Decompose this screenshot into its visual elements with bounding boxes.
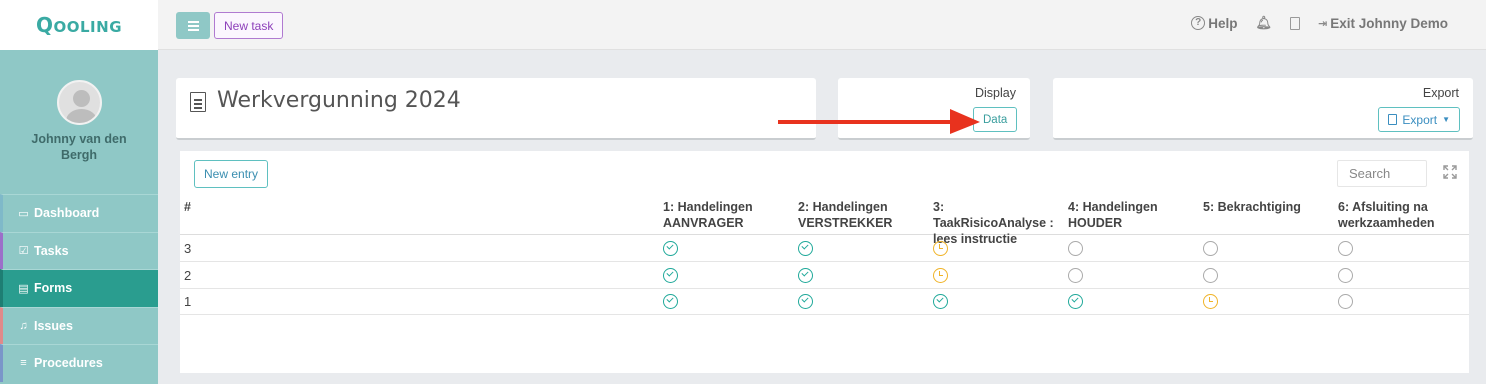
expand-icon[interactable]	[1443, 165, 1457, 179]
check-circle-icon[interactable]	[663, 241, 678, 256]
clock-icon[interactable]	[1203, 294, 1218, 309]
book-icon[interactable]	[1290, 16, 1300, 30]
logo-box[interactable]: QOOLING	[0, 0, 158, 50]
page-title: Werkvergunning 2024	[217, 88, 461, 113]
new-entry-button[interactable]: New entry	[194, 160, 269, 188]
sidebar-item-tasks[interactable]: ☑ Tasks	[0, 231, 158, 269]
document-icon: ▤	[18, 282, 29, 295]
empty-circle-icon[interactable]	[1203, 268, 1218, 283]
entries-table-card: New entry Search # 1: Handelingen AANVRA…	[180, 151, 1469, 373]
row-number: 3	[184, 241, 192, 256]
avatar[interactable]	[56, 80, 102, 125]
sidebar-item-label: Dashboard	[34, 206, 100, 221]
sidebar-item-label: Tasks	[34, 243, 69, 258]
empty-circle-icon[interactable]	[1338, 268, 1353, 283]
check-circle-icon[interactable]	[1068, 294, 1083, 309]
sign-out-icon: ⇥	[1318, 17, 1328, 30]
monitor-icon: ▭	[18, 207, 29, 220]
hamburger-icon	[187, 24, 199, 27]
document-icon	[190, 92, 206, 112]
sidebar: QOOLING Johnny van den Bergh ▭ Dashboard…	[0, 0, 158, 384]
column-header-1[interactable]: 1: Handelingen AANVRAGER	[663, 199, 773, 231]
empty-circle-icon[interactable]	[1338, 294, 1353, 309]
page-edge	[1486, 0, 1492, 384]
top-bar: New task ? Help 🔔︎ ⇥ Exit Johnny Demo	[158, 0, 1492, 50]
check-circle-icon[interactable]	[933, 294, 948, 309]
top-right-actions: ? Help 🔔︎ ⇥ Exit Johnny Demo	[1191, 15, 1448, 31]
empty-circle-icon[interactable]	[1068, 241, 1083, 256]
check-circle-icon[interactable]	[663, 268, 678, 283]
column-header-2[interactable]: 2: Handelingen VERSTREKKER	[798, 199, 908, 231]
sidebar-item-label: Procedures	[34, 356, 103, 371]
sidebar-item-dashboard[interactable]: ▭ Dashboard	[0, 194, 158, 232]
row-number: 1	[184, 294, 192, 309]
export-card: Export Export ▼	[1053, 78, 1473, 140]
clock-icon[interactable]	[933, 241, 948, 256]
display-label: Display	[975, 86, 1016, 100]
row-number: 2	[184, 268, 192, 283]
check-circle-icon[interactable]	[798, 294, 813, 309]
export-label: Export	[1422, 86, 1459, 100]
exit-link[interactable]: ⇥ Exit Johnny Demo	[1318, 16, 1448, 31]
table-row[interactable]: 2	[180, 262, 1469, 289]
user-name: Johnny van den Bergh	[31, 132, 127, 162]
table-row[interactable]: 3	[180, 235, 1469, 262]
export-button-label: Export	[1402, 112, 1438, 127]
check-circle-icon[interactable]	[798, 268, 813, 283]
column-header-number: #	[184, 200, 191, 214]
check-square-icon: ☑	[18, 245, 29, 258]
column-header-5[interactable]: 5: Bekrachtiging	[1203, 199, 1323, 215]
sidebar-item-label: Forms	[34, 281, 73, 296]
check-circle-icon[interactable]	[798, 241, 813, 256]
new-task-button[interactable]: New task	[214, 12, 284, 39]
help-icon: ?	[1191, 16, 1206, 30]
empty-circle-icon[interactable]	[1338, 241, 1353, 256]
empty-circle-icon[interactable]	[1068, 268, 1083, 283]
export-dropdown-button[interactable]: Export ▼	[1378, 107, 1460, 132]
sidebar-item-procedures[interactable]: ≡ Procedures	[0, 344, 158, 382]
table-header: # 1: Handelingen AANVRAGER 2: Handelinge…	[180, 197, 1469, 246]
table-row[interactable]: 1	[180, 288, 1469, 315]
app-logo[interactable]: QOOLING	[36, 13, 122, 37]
form-title-card: Werkvergunning 2024	[176, 78, 816, 140]
sidebar-item-issues[interactable]: ♫ Issues	[0, 306, 158, 344]
search-input[interactable]: Search	[1337, 160, 1427, 187]
notification-bell-icon[interactable]: 🔔︎	[1255, 15, 1272, 31]
caret-down-icon: ▼	[1442, 115, 1450, 124]
bell-icon: ♫	[19, 319, 28, 332]
list-icon: ≡	[20, 357, 27, 370]
user-profile: Johnny van den Bergh	[0, 50, 158, 194]
help-link[interactable]: ? Help	[1191, 16, 1237, 31]
help-label: Help	[1208, 15, 1238, 31]
sidebar-item-forms[interactable]: ▤ Forms	[0, 269, 158, 307]
check-circle-icon[interactable]	[663, 294, 678, 309]
document-icon	[1388, 114, 1398, 125]
column-header-6[interactable]: 6: Afsluiting na werkzaamheden	[1338, 199, 1448, 231]
column-header-4[interactable]: 4: Handelingen HOUDER	[1068, 199, 1178, 231]
menu-toggle-button[interactable]	[176, 12, 210, 39]
exit-label: Exit Johnny Demo	[1330, 15, 1448, 31]
empty-circle-icon[interactable]	[1203, 241, 1218, 256]
annotation-arrow-icon	[778, 109, 980, 134]
clock-icon[interactable]	[933, 268, 948, 283]
sidebar-item-label: Issues	[34, 318, 73, 333]
